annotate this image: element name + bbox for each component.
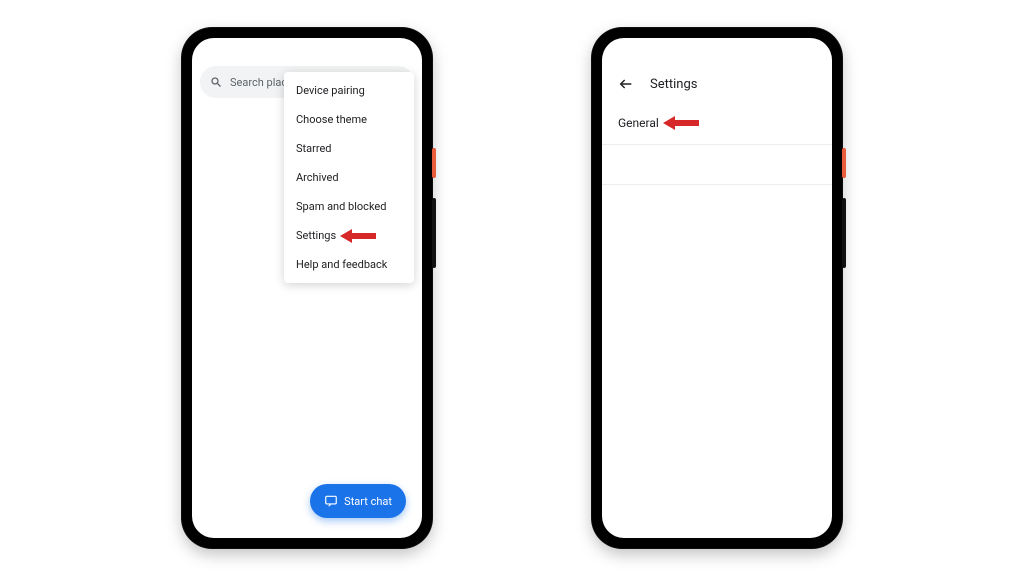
menu-item-help-feedback[interactable]: Help and feedback: [284, 250, 414, 279]
volume-button: [842, 198, 846, 268]
start-chat-button[interactable]: Start chat: [310, 484, 406, 518]
search-icon: [210, 76, 222, 88]
settings-spacer: [602, 145, 832, 185]
menu-item-device-pairing[interactable]: Device pairing: [284, 76, 414, 105]
menu-item-spam-blocked[interactable]: Spam and blocked: [284, 192, 414, 221]
settings-item-general[interactable]: General: [602, 102, 832, 145]
power-button: [842, 148, 846, 178]
fab-label: Start chat: [344, 495, 392, 508]
phone-left: Search places Device pairing Choose them…: [182, 28, 432, 548]
annotation-arrow-icon: [665, 117, 699, 129]
menu-item-settings[interactable]: Settings: [284, 221, 414, 250]
appbar-title: Settings: [650, 77, 697, 92]
menu-item-archived[interactable]: Archived: [284, 163, 414, 192]
phone-right: Settings General: [592, 28, 842, 548]
phone-right-screen: Settings General: [602, 38, 832, 538]
power-button: [432, 148, 436, 178]
annotation-arrow-icon: [342, 230, 376, 242]
chat-icon: [324, 494, 338, 508]
back-arrow-icon[interactable]: [618, 76, 634, 92]
menu-item-choose-theme[interactable]: Choose theme: [284, 105, 414, 134]
app-bar: Settings: [602, 66, 832, 102]
volume-button: [432, 198, 436, 268]
phone-left-screen: Search places Device pairing Choose them…: [192, 38, 422, 538]
overflow-menu: Device pairing Choose theme Starred Arch…: [284, 72, 414, 283]
menu-item-starred[interactable]: Starred: [284, 134, 414, 163]
